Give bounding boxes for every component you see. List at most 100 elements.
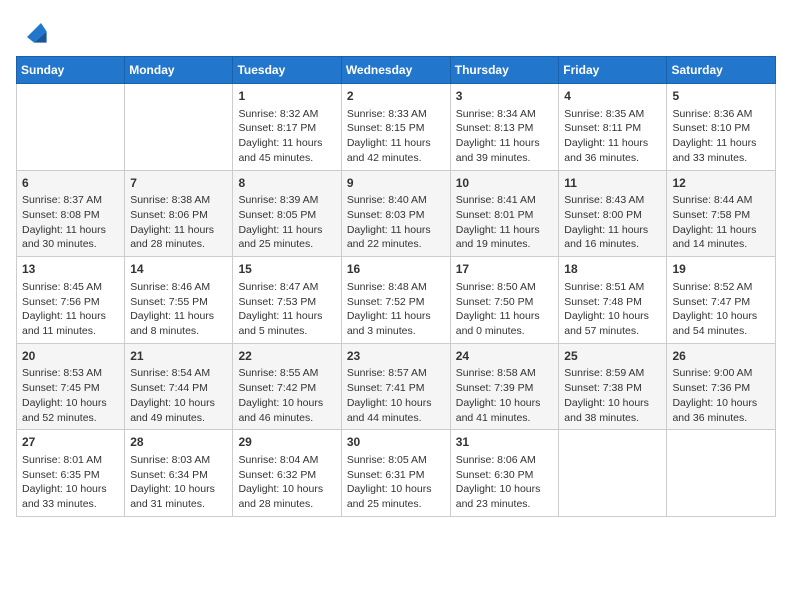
calendar-day-cell: 16 Sunrise: 8:48 AM Sunset: 7:52 PM Dayli… <box>341 257 450 344</box>
calendar-day-cell: 11Sunrise: 8:43 AM Sunset: 8:00 PM Dayli… <box>559 170 667 257</box>
calendar-day-cell <box>559 430 667 517</box>
day-info: Sunrise: 8:04 AM Sunset: 6:32 PM Dayligh… <box>238 453 335 512</box>
calendar-day-cell: 29Sunrise: 8:04 AM Sunset: 6:32 PM Dayli… <box>233 430 341 517</box>
day-number: 1 <box>238 88 335 105</box>
day-number: 20 <box>22 348 119 365</box>
calendar-day-cell <box>667 430 776 517</box>
calendar-day-cell: 19 Sunrise: 8:52 AM Sunset: 7:47 PM Dayli… <box>667 257 776 344</box>
day-number: 23 <box>347 348 445 365</box>
day-of-week-header: Wednesday <box>341 57 450 84</box>
day-info: Sunrise: 8:40 AM Sunset: 8:03 PM Dayligh… <box>347 193 445 252</box>
calendar-day-cell: 21Sunrise: 8:54 AM Sunset: 7:44 PM Dayli… <box>125 343 233 430</box>
calendar-day-cell: 1 Sunrise: 8:32 AM Sunset: 8:17 PM Daylig… <box>233 84 341 171</box>
calendar-day-cell: 5Sunrise: 8:36 AM Sunset: 8:10 PM Daylig… <box>667 84 776 171</box>
day-number: 10 <box>456 175 554 192</box>
day-info: Sunrise: 8:58 AM Sunset: 7:39 PM Dayligh… <box>456 366 554 425</box>
logo-icon <box>20 16 48 44</box>
day-info: Sunrise: 8:57 AM Sunset: 7:41 PM Dayligh… <box>347 366 445 425</box>
day-of-week-header: Monday <box>125 57 233 84</box>
calendar-week-row: 1 Sunrise: 8:32 AM Sunset: 8:17 PM Daylig… <box>17 84 776 171</box>
day-number: 3 <box>456 88 554 105</box>
day-number: 5 <box>672 88 770 105</box>
calendar-day-cell: 9Sunrise: 8:40 AM Sunset: 8:03 PM Daylig… <box>341 170 450 257</box>
calendar-day-cell: 30 Sunrise: 8:05 AM Sunset: 6:31 PM Dayli… <box>341 430 450 517</box>
day-info: Sunrise: 8:01 AM Sunset: 6:35 PM Dayligh… <box>22 453 119 512</box>
calendar-day-cell: 25Sunrise: 8:59 AM Sunset: 7:38 PM Dayli… <box>559 343 667 430</box>
calendar-day-cell <box>125 84 233 171</box>
calendar-day-cell: 8Sunrise: 8:39 AM Sunset: 8:05 PM Daylig… <box>233 170 341 257</box>
day-info: Sunrise: 8:32 AM Sunset: 8:17 PM Dayligh… <box>238 107 335 166</box>
calendar-week-row: 27Sunrise: 8:01 AM Sunset: 6:35 PM Dayli… <box>17 430 776 517</box>
day-number: 28 <box>130 434 227 451</box>
day-info: Sunrise: 8:55 AM Sunset: 7:42 PM Dayligh… <box>238 366 335 425</box>
day-info: Sunrise: 8:06 AM Sunset: 6:30 PM Dayligh… <box>456 453 554 512</box>
day-number: 17 <box>456 261 554 278</box>
calendar-week-row: 20Sunrise: 8:53 AM Sunset: 7:45 PM Dayli… <box>17 343 776 430</box>
day-info: Sunrise: 8:44 AM Sunset: 7:58 PM Dayligh… <box>672 193 770 252</box>
day-number: 8 <box>238 175 335 192</box>
day-number: 21 <box>130 348 227 365</box>
day-info: Sunrise: 8:37 AM Sunset: 8:08 PM Dayligh… <box>22 193 119 252</box>
day-info: Sunrise: 8:48 AM Sunset: 7:52 PM Dayligh… <box>347 280 445 339</box>
calendar-day-cell: 7Sunrise: 8:38 AM Sunset: 8:06 PM Daylig… <box>125 170 233 257</box>
day-number: 19 <box>672 261 770 278</box>
day-number: 2 <box>347 88 445 105</box>
day-of-week-header: Thursday <box>450 57 559 84</box>
day-number: 25 <box>564 348 661 365</box>
calendar-week-row: 13Sunrise: 8:45 AM Sunset: 7:56 PM Dayli… <box>17 257 776 344</box>
day-info: Sunrise: 8:45 AM Sunset: 7:56 PM Dayligh… <box>22 280 119 339</box>
calendar-day-cell: 4Sunrise: 8:35 AM Sunset: 8:11 PM Daylig… <box>559 84 667 171</box>
day-number: 30 <box>347 434 445 451</box>
day-info: Sunrise: 8:35 AM Sunset: 8:11 PM Dayligh… <box>564 107 661 166</box>
day-info: Sunrise: 8:43 AM Sunset: 8:00 PM Dayligh… <box>564 193 661 252</box>
day-info: Sunrise: 8:50 AM Sunset: 7:50 PM Dayligh… <box>456 280 554 339</box>
day-info: Sunrise: 8:54 AM Sunset: 7:44 PM Dayligh… <box>130 366 227 425</box>
day-number: 6 <box>22 175 119 192</box>
calendar-day-cell: 2Sunrise: 8:33 AM Sunset: 8:15 PM Daylig… <box>341 84 450 171</box>
calendar-day-cell: 10Sunrise: 8:41 AM Sunset: 8:01 PM Dayli… <box>450 170 559 257</box>
day-of-week-header: Friday <box>559 57 667 84</box>
calendar-table: SundayMondayTuesdayWednesdayThursdayFrid… <box>16 56 776 517</box>
calendar-day-cell: 22Sunrise: 8:55 AM Sunset: 7:42 PM Dayli… <box>233 343 341 430</box>
calendar-day-cell: 15 Sunrise: 8:47 AM Sunset: 7:53 PM Dayli… <box>233 257 341 344</box>
calendar-day-cell: 13Sunrise: 8:45 AM Sunset: 7:56 PM Dayli… <box>17 257 125 344</box>
day-number: 18 <box>564 261 661 278</box>
day-number: 14 <box>130 261 227 278</box>
day-of-week-header: Tuesday <box>233 57 341 84</box>
logo <box>16 16 48 44</box>
day-number: 11 <box>564 175 661 192</box>
calendar-day-cell: 18 Sunrise: 8:51 AM Sunset: 7:48 PM Dayli… <box>559 257 667 344</box>
day-info: Sunrise: 8:38 AM Sunset: 8:06 PM Dayligh… <box>130 193 227 252</box>
day-number: 26 <box>672 348 770 365</box>
calendar-day-cell: 24Sunrise: 8:58 AM Sunset: 7:39 PM Dayli… <box>450 343 559 430</box>
day-info: Sunrise: 8:46 AM Sunset: 7:55 PM Dayligh… <box>130 280 227 339</box>
day-number: 22 <box>238 348 335 365</box>
calendar-day-cell <box>17 84 125 171</box>
day-info: Sunrise: 8:53 AM Sunset: 7:45 PM Dayligh… <box>22 366 119 425</box>
calendar-day-cell: 14 Sunrise: 8:46 AM Sunset: 7:55 PM Dayli… <box>125 257 233 344</box>
day-info: Sunrise: 9:00 AM Sunset: 7:36 PM Dayligh… <box>672 366 770 425</box>
calendar-day-cell: 26Sunrise: 9:00 AM Sunset: 7:36 PM Dayli… <box>667 343 776 430</box>
day-info: Sunrise: 8:39 AM Sunset: 8:05 PM Dayligh… <box>238 193 335 252</box>
day-number: 16 <box>347 261 445 278</box>
day-info: Sunrise: 8:34 AM Sunset: 8:13 PM Dayligh… <box>456 107 554 166</box>
day-number: 24 <box>456 348 554 365</box>
calendar-header-row: SundayMondayTuesdayWednesdayThursdayFrid… <box>17 57 776 84</box>
day-info: Sunrise: 8:51 AM Sunset: 7:48 PM Dayligh… <box>564 280 661 339</box>
calendar-day-cell: 20Sunrise: 8:53 AM Sunset: 7:45 PM Dayli… <box>17 343 125 430</box>
day-info: Sunrise: 8:03 AM Sunset: 6:34 PM Dayligh… <box>130 453 227 512</box>
day-info: Sunrise: 8:52 AM Sunset: 7:47 PM Dayligh… <box>672 280 770 339</box>
calendar-day-cell: 17 Sunrise: 8:50 AM Sunset: 7:50 PM Dayli… <box>450 257 559 344</box>
day-number: 15 <box>238 261 335 278</box>
day-info: Sunrise: 8:41 AM Sunset: 8:01 PM Dayligh… <box>456 193 554 252</box>
day-of-week-header: Saturday <box>667 57 776 84</box>
day-info: Sunrise: 8:59 AM Sunset: 7:38 PM Dayligh… <box>564 366 661 425</box>
day-info: Sunrise: 8:05 AM Sunset: 6:31 PM Dayligh… <box>347 453 445 512</box>
day-number: 7 <box>130 175 227 192</box>
calendar-day-cell: 23Sunrise: 8:57 AM Sunset: 7:41 PM Dayli… <box>341 343 450 430</box>
calendar-day-cell: 3 Sunrise: 8:34 AM Sunset: 8:13 PM Daylig… <box>450 84 559 171</box>
calendar-day-cell: 27Sunrise: 8:01 AM Sunset: 6:35 PM Dayli… <box>17 430 125 517</box>
calendar-day-cell: 12Sunrise: 8:44 AM Sunset: 7:58 PM Dayli… <box>667 170 776 257</box>
day-number: 31 <box>456 434 554 451</box>
day-info: Sunrise: 8:47 AM Sunset: 7:53 PM Dayligh… <box>238 280 335 339</box>
